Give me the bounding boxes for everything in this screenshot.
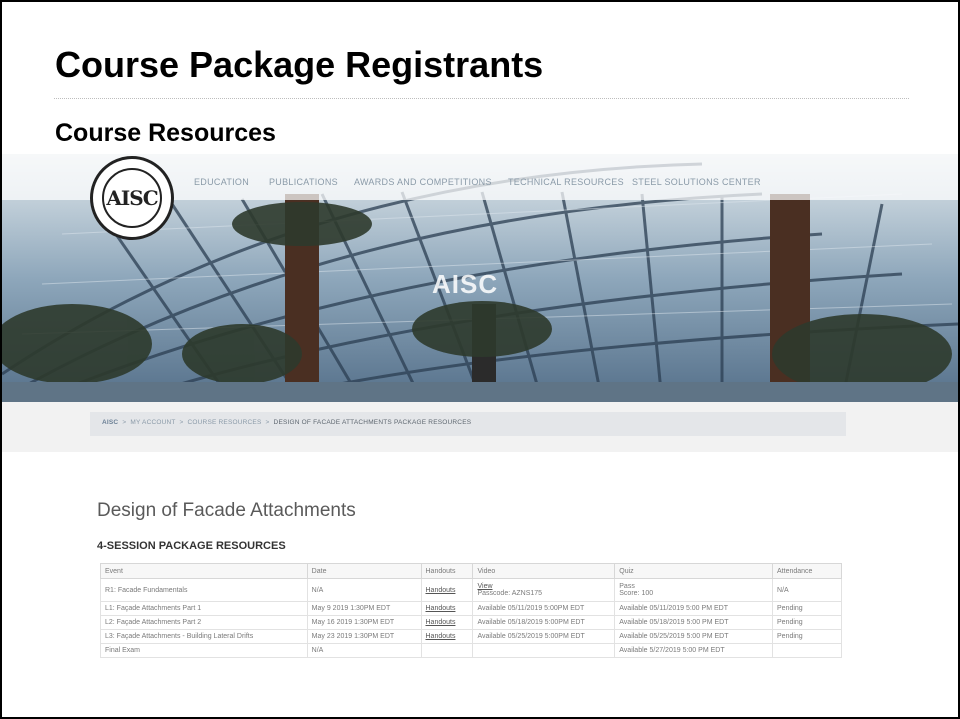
attendance-cell: Pending	[772, 615, 842, 630]
video-cell: Available 05/11/2019 5:00PM EDT	[472, 601, 616, 616]
attendance-cell: Pending	[772, 601, 842, 616]
title-divider	[54, 98, 909, 99]
quiz-cell: Pass Score: 100	[614, 578, 774, 602]
column-header: Handouts	[420, 563, 474, 579]
hero-banner: EDUCATION PUBLICATIONS AWARDS AND COMPET…	[2, 154, 958, 402]
quiz-cell: Available 05/25/2019 5:00 PM EDT	[614, 629, 774, 644]
attendance-cell	[772, 643, 842, 658]
handouts-cell	[420, 643, 474, 658]
breadcrumb-course-resources[interactable]: COURSE RESOURCES	[188, 419, 262, 426]
aisc-logo[interactable]: AISC	[90, 156, 174, 240]
table-row: Final Exam N/A Available 5/27/2019 5:00 …	[100, 643, 842, 658]
column-header: Event	[100, 563, 308, 579]
attendance-cell: N/A	[772, 578, 842, 602]
resources-table: Event Date Handouts Video Quiz Attendanc…	[100, 563, 842, 658]
event-cell: L1: Façade Attachments Part 1	[100, 601, 308, 616]
nav-education[interactable]: EDUCATION	[194, 177, 249, 187]
quiz-cell: Available 05/18/2019 5:00 PM EDT	[614, 615, 774, 630]
video-passcode: Passcode: AZNS175	[477, 590, 543, 597]
date-cell: May 23 2019 1:30PM EDT	[306, 629, 422, 644]
quiz-score: Score: 100	[619, 590, 654, 597]
table-row: L1: Façade Attachments Part 1 May 9 2019…	[100, 601, 842, 616]
event-cell: Final Exam	[100, 643, 308, 658]
table-header-row: Event Date Handouts Video Quiz Attendanc…	[100, 563, 842, 579]
column-header: Quiz	[614, 563, 774, 579]
attendance-cell: Pending	[772, 629, 842, 644]
video-view-link[interactable]: View	[477, 583, 610, 590]
handouts-link[interactable]: Handouts	[420, 578, 474, 602]
video-cell: View Passcode: AZNS175	[472, 578, 616, 602]
event-cell: L3: Façade Attachments - Building Latera…	[100, 629, 308, 644]
handouts-link[interactable]: Handouts	[420, 629, 474, 644]
slide-subtitle: Course Resources	[55, 119, 276, 147]
nav-publications[interactable]: PUBLICATIONS	[269, 177, 338, 187]
column-header: Attendance	[772, 563, 842, 579]
package-heading: 4-SESSION PACKAGE RESOURCES	[97, 540, 286, 552]
slide: Course Package Registrants Course Resour…	[0, 0, 960, 719]
breadcrumb: AISC > MY ACCOUNT > COURSE RESOURCES > D…	[90, 412, 846, 436]
table-row: L2: Façade Attachments Part 2 May 16 201…	[100, 615, 842, 630]
breadcrumb-my-account[interactable]: MY ACCOUNT	[130, 419, 175, 426]
table-row: R1: Facade Fundamentals N/A Handouts Vie…	[100, 578, 842, 602]
logo-text: AISC	[106, 186, 158, 210]
page-content: Design of Facade Attachments 4-SESSION P…	[2, 452, 958, 717]
video-cell: Available 05/18/2019 5:00PM EDT	[472, 615, 616, 630]
date-cell: May 16 2019 1:30PM EDT	[306, 615, 422, 630]
nav-technical-resources[interactable]: TECHNICAL RESOURCES	[508, 177, 624, 187]
nav-steel-solutions[interactable]: STEEL SOLUTIONS CENTER	[632, 177, 761, 187]
handouts-link[interactable]: Handouts	[420, 615, 474, 630]
table-row: L3: Façade Attachments - Building Latera…	[100, 629, 842, 644]
website-screenshot: EDUCATION PUBLICATIONS AWARDS AND COMPET…	[2, 154, 958, 717]
quiz-cell: Available 5/27/2019 5:00 PM EDT	[614, 643, 774, 658]
course-title: Design of Facade Attachments	[97, 500, 356, 521]
breadcrumb-aisc[interactable]: AISC	[102, 419, 118, 426]
quiz-result: Pass	[619, 583, 635, 590]
breadcrumb-current: DESIGN OF FACADE ATTACHMENTS PACKAGE RES…	[273, 419, 472, 426]
hero-text: AISC	[432, 269, 499, 299]
nav-awards[interactable]: AWARDS AND COMPETITIONS	[354, 177, 492, 187]
video-cell: Available 05/25/2019 5:00PM EDT	[472, 629, 616, 644]
column-header: Date	[306, 563, 422, 579]
date-cell: N/A	[306, 578, 422, 602]
slide-title: Course Package Registrants	[55, 44, 544, 85]
event-cell: L2: Façade Attachments Part 2	[100, 615, 308, 630]
quiz-cell: Available 05/11/2019 5:00 PM EDT	[614, 601, 774, 616]
date-cell: May 9 2019 1:30PM EDT	[306, 601, 422, 616]
event-cell: R1: Facade Fundamentals	[100, 578, 308, 602]
date-cell: N/A	[306, 643, 422, 658]
handouts-link[interactable]: Handouts	[420, 601, 474, 616]
column-header: Video	[472, 563, 616, 579]
video-cell	[472, 643, 616, 658]
